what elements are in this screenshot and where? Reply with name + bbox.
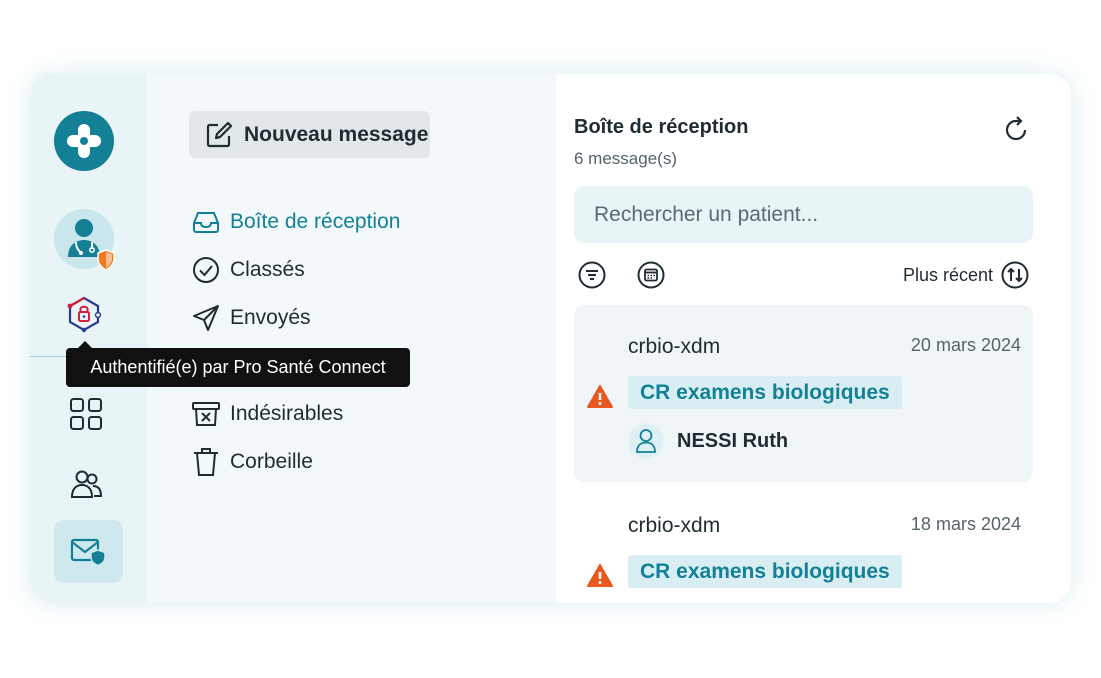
- apps-grid-icon: [70, 398, 102, 430]
- send-icon: [191, 303, 221, 333]
- compose-icon: [206, 121, 233, 147]
- folder-label: Indésirables: [230, 402, 344, 425]
- apps-button[interactable]: [66, 394, 106, 434]
- left-rail: [30, 74, 147, 603]
- sort-arrows-icon: [1001, 261, 1029, 289]
- message-list-panel: Boîte de réception 6 message(s) Pl: [556, 74, 1071, 603]
- spam-icon: [191, 399, 221, 429]
- message-sender: crbio-xdm: [628, 335, 721, 358]
- folder-classes[interactable]: Classés: [191, 246, 400, 294]
- message-tag: CR examens biologiques: [628, 376, 902, 409]
- message-item[interactable]: crbio-xdm 20 mars 2024 CR examens biolog…: [574, 305, 1033, 482]
- message-tag: CR examens biologiques: [628, 555, 902, 588]
- patient-name: NESSI Ruth: [677, 429, 789, 452]
- folder-label: Envoyés: [230, 306, 311, 329]
- message-date: 18 mars 2024: [910, 514, 1021, 534]
- filter-button[interactable]: [577, 260, 607, 290]
- app-window: Nouveau message Boîte de réception Class…: [30, 74, 1071, 603]
- message-count: 6 message(s): [574, 149, 677, 168]
- filter-icon: [578, 261, 606, 289]
- folder-label: Boîte de réception: [230, 210, 401, 233]
- folder-label: Classés: [230, 258, 305, 281]
- pro-sante-connect-button[interactable]: [64, 294, 104, 334]
- message-patient: NESSI Ruth: [628, 423, 788, 459]
- shield-badge-icon: [97, 249, 115, 271]
- trash-icon: [191, 447, 221, 477]
- refresh-button[interactable]: [1001, 114, 1031, 144]
- folder-panel: Nouveau message Boîte de réception Class…: [147, 74, 556, 603]
- list-title: Boîte de réception: [574, 116, 749, 138]
- warning-icon: [587, 564, 613, 587]
- folder-spam[interactable]: Indésirables: [191, 390, 400, 438]
- message-item[interactable]: crbio-xdm 18 mars 2024 CR examens biolog…: [574, 484, 1033, 603]
- refresh-icon: [1005, 116, 1027, 141]
- check-circle-icon: [191, 255, 221, 285]
- calendar-icon: [637, 261, 665, 289]
- inbox-icon: [191, 207, 221, 237]
- message-sender: crbio-xdm: [628, 514, 721, 537]
- folder-sent[interactable]: Envoyés: [191, 294, 400, 342]
- secure-mail-icon: [70, 538, 106, 566]
- new-message-label: Nouveau message: [244, 122, 429, 146]
- sort-label: Plus récent: [902, 264, 993, 285]
- users-icon: [70, 470, 103, 498]
- folder-label: Corbeille: [230, 450, 313, 473]
- secure-mail-button[interactable]: [54, 520, 123, 583]
- medical-cross-logo-icon: [67, 124, 101, 158]
- app-logo[interactable]: [54, 111, 114, 171]
- folder-list: Boîte de réception Classés Envoyés Indés…: [191, 198, 400, 486]
- date-filter-button[interactable]: [636, 260, 666, 290]
- user-icon: [636, 429, 656, 453]
- new-message-button[interactable]: Nouveau message: [189, 111, 430, 158]
- message-date: 20 mars 2024: [910, 335, 1021, 355]
- warning-icon: [587, 385, 613, 408]
- search-input[interactable]: [574, 186, 1033, 243]
- patient-avatar: [628, 423, 664, 459]
- folder-trash[interactable]: Corbeille: [191, 438, 400, 486]
- folder-inbox[interactable]: Boîte de réception: [191, 198, 400, 246]
- psc-tooltip: Authentifié(e) par Pro Santé Connect: [66, 341, 410, 387]
- contacts-button[interactable]: [66, 464, 106, 504]
- sort-button[interactable]: Plus récent: [903, 260, 1029, 290]
- user-avatar[interactable]: [54, 209, 115, 271]
- pro-sante-connect-icon: [67, 296, 102, 333]
